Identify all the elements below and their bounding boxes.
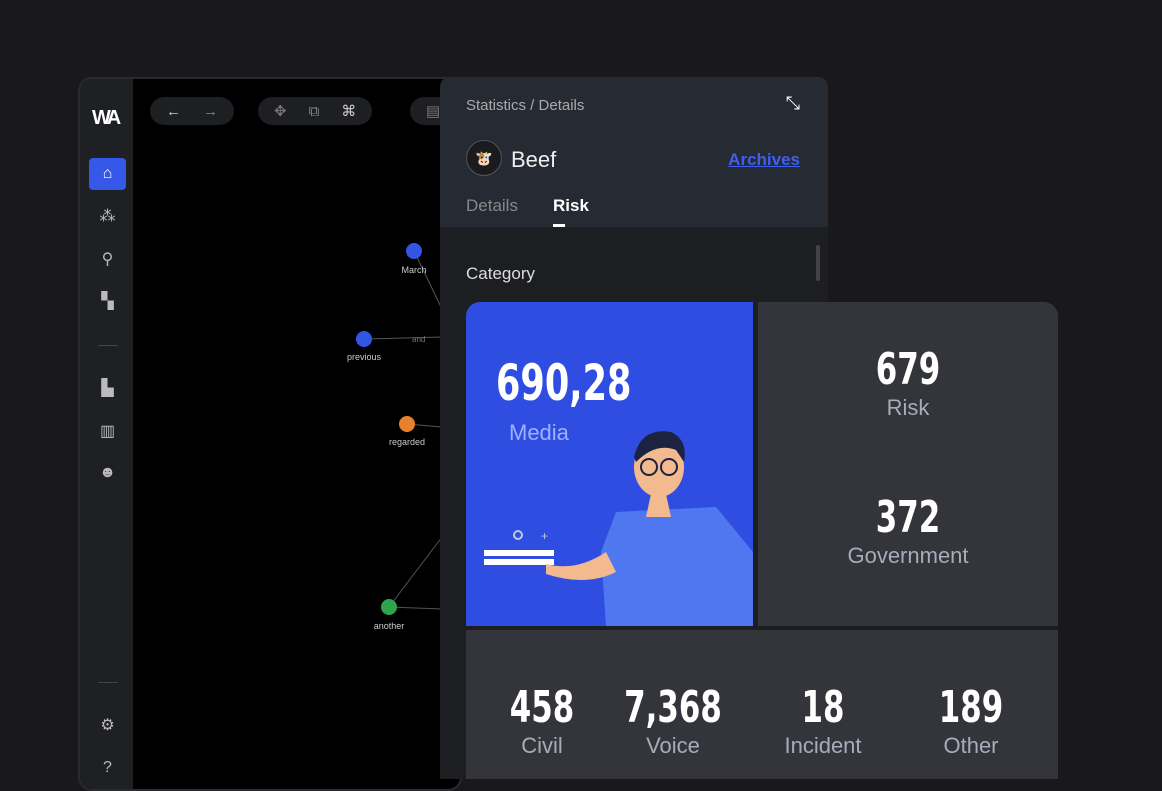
tab-details[interactable]: Details — [466, 196, 518, 216]
section-heading: Category — [466, 264, 535, 283]
expand-icon[interactable]: ⤡ — [786, 93, 800, 114]
summary-tile: 679 Risk 372 Government — [758, 302, 1058, 626]
graph-node[interactable] — [399, 416, 415, 432]
page-title: Beef — [511, 147, 557, 172]
media-tile: 690,28 Media + — [466, 302, 753, 626]
incident-value: 18 — [801, 682, 845, 733]
other-label: Other — [943, 733, 999, 758]
edge-label: and — [412, 335, 426, 344]
edge — [363, 336, 443, 340]
person-illustration: + — [484, 431, 753, 626]
tab-risk[interactable]: Risk — [553, 196, 589, 216]
stats-card: 690,28 Media + 679 Risk 372 Government 4… — [466, 302, 1058, 779]
node-label: another — [373, 621, 405, 631]
risk-label: Risk — [886, 395, 930, 420]
incident-label: Incident — [784, 733, 862, 758]
archives-link[interactable]: Archives — [728, 150, 800, 170]
node-label: previous — [346, 352, 382, 362]
scrollbar[interactable] — [816, 245, 820, 281]
svg-text:+: + — [541, 529, 548, 543]
breadcrumb: Statistics / Details — [466, 97, 585, 114]
graph-node[interactable] — [381, 599, 397, 615]
civil-value: 458 — [509, 682, 575, 733]
node-label: March — [401, 265, 427, 275]
panel-header: Statistics / Details ⤡ 🐮 Beef Archives D… — [440, 77, 828, 227]
edge — [413, 250, 443, 310]
bull-icon: 🐮 — [466, 140, 502, 176]
government-label: Government — [847, 543, 969, 568]
node-label: regarded — [388, 437, 426, 447]
other-value: 189 — [938, 682, 1004, 733]
tab-indicator — [553, 224, 565, 227]
voice-value: 7,368 — [624, 682, 722, 733]
government-value: 372 — [875, 492, 941, 543]
risk-value: 679 — [875, 344, 941, 395]
bottom-stats: 458 Civil 7,368 Voice 18 Incident 189 Other — [466, 630, 1058, 779]
voice-label: Voice — [646, 733, 700, 758]
graph-edges — [363, 250, 443, 610]
graph-node[interactable] — [406, 243, 422, 259]
graph-node[interactable] — [356, 331, 372, 347]
graph-window: WA ⌂ ⁂ ⚲ ▚ ▙ ▥ ☻ ⚙ ? ← → ✥ ⧉ ⌘ ▤ March p… — [78, 77, 462, 791]
edge — [388, 536, 443, 608]
civil-label: Civil — [521, 733, 563, 758]
